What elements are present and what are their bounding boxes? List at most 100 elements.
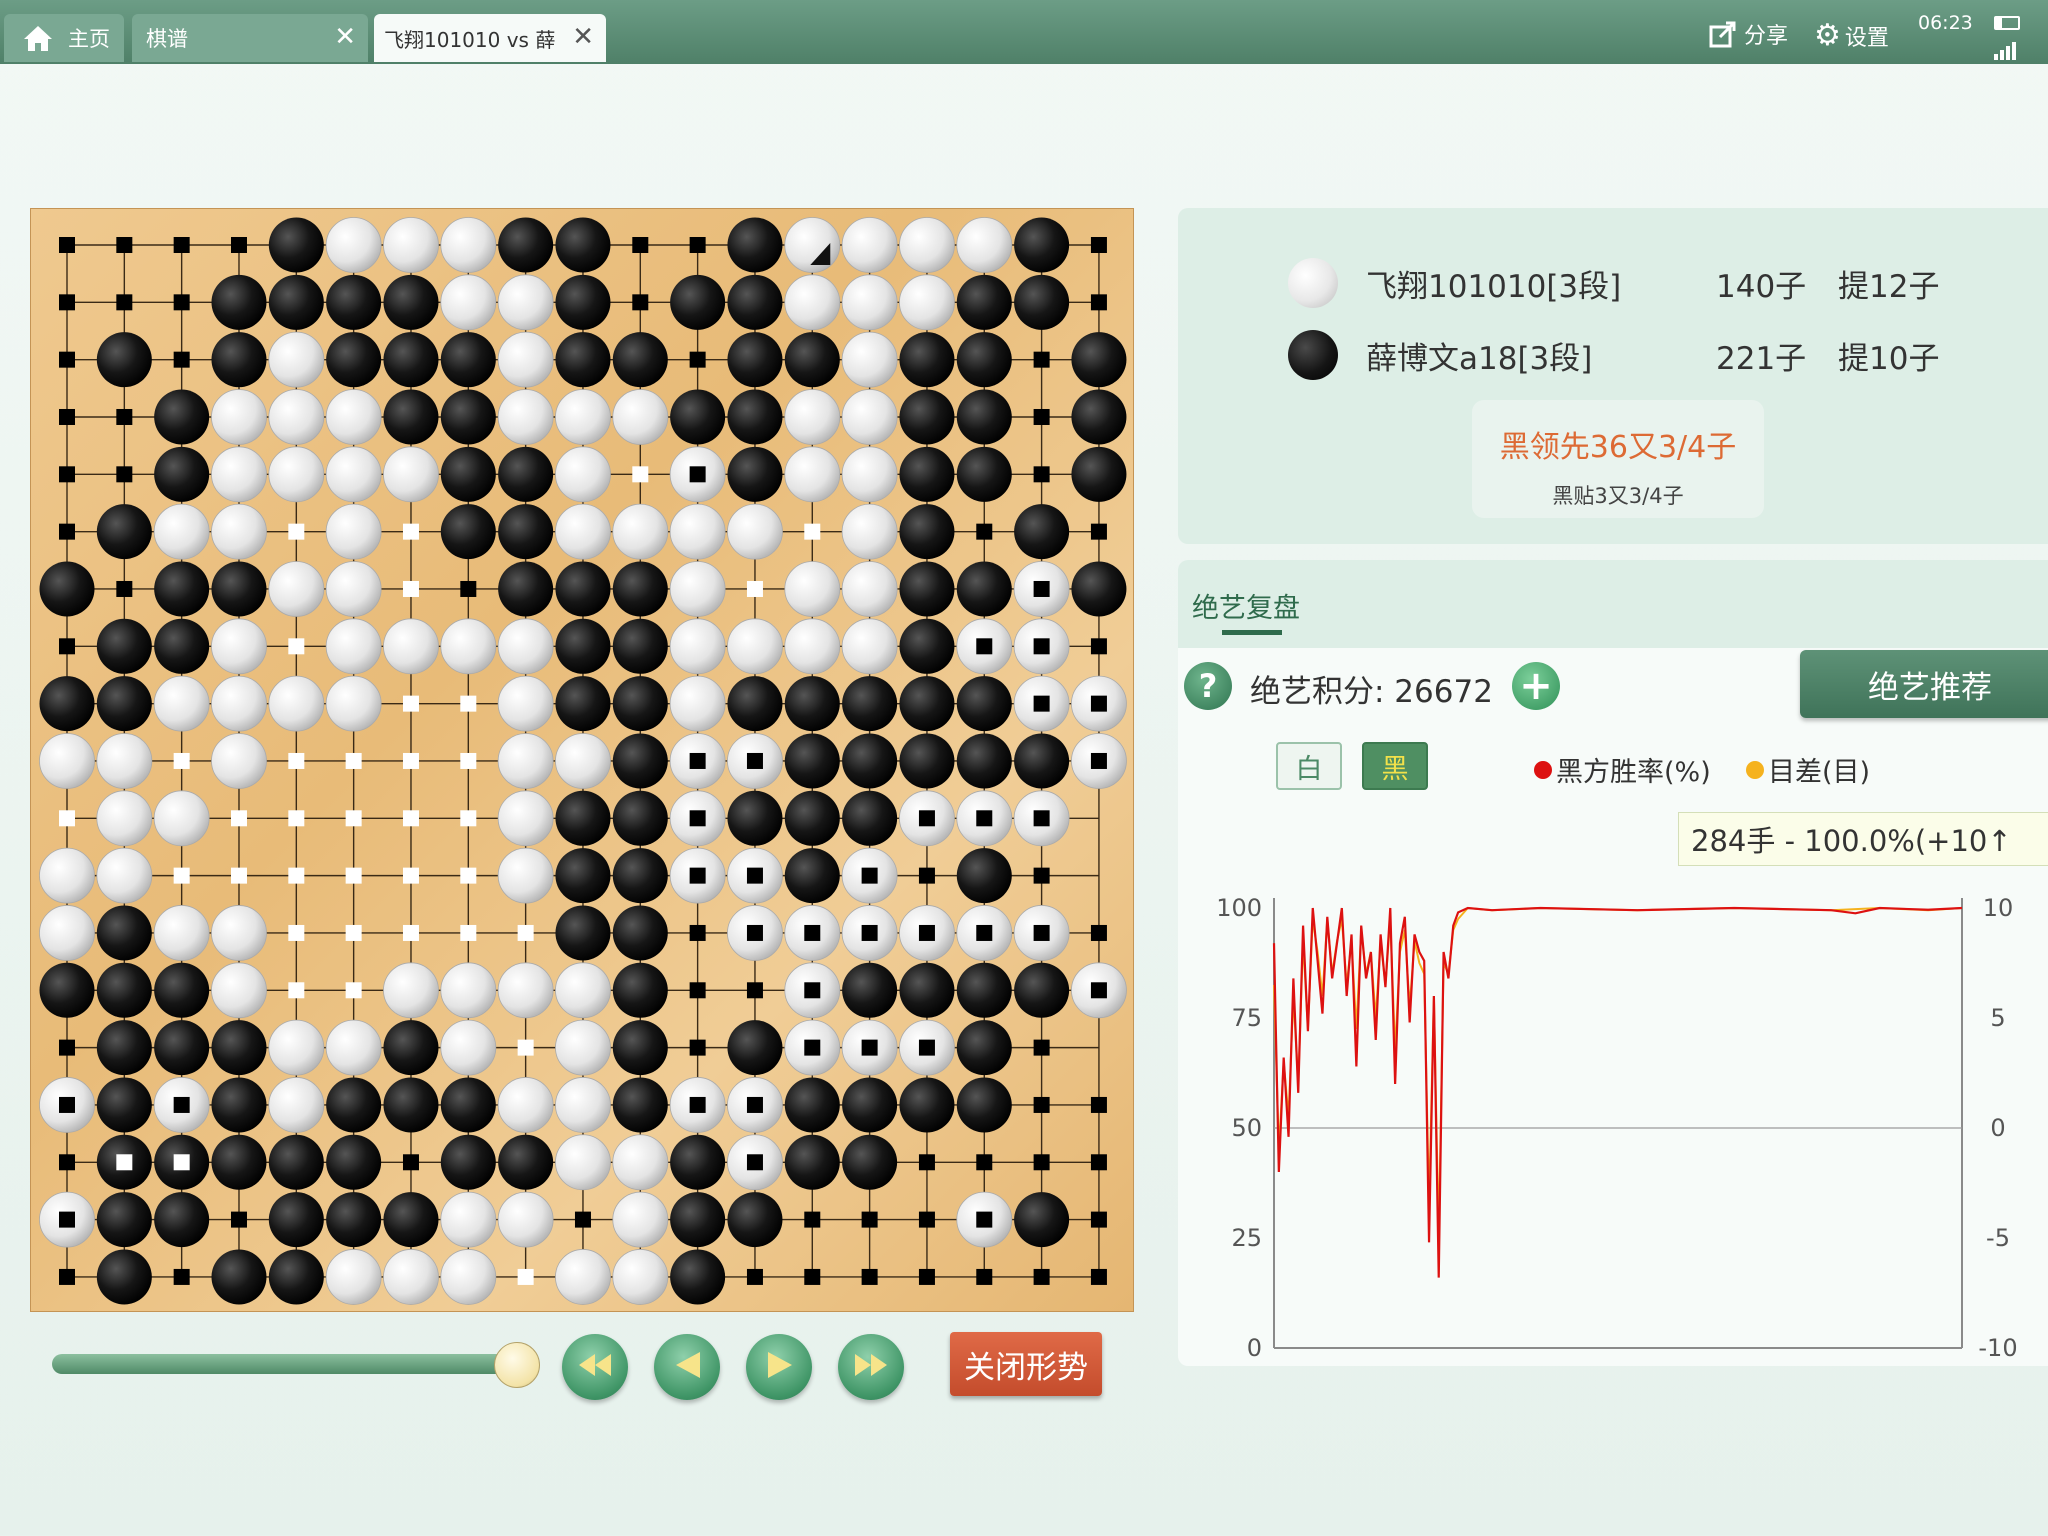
- white-stone[interactable]: [841, 503, 898, 560]
- black-stone[interactable]: [899, 561, 955, 617]
- white-stone[interactable]: [497, 790, 554, 847]
- white-stone[interactable]: [497, 1077, 554, 1133]
- white-stone[interactable]: [383, 962, 439, 1019]
- black-stone[interactable]: [1014, 504, 1070, 560]
- white-stone[interactable]: [383, 1249, 439, 1305]
- black-stone[interactable]: [842, 1077, 898, 1133]
- black-stone[interactable]: [96, 332, 152, 388]
- white-stone[interactable]: [497, 847, 554, 904]
- black-stone[interactable]: [555, 676, 611, 732]
- black-stone[interactable]: [96, 1192, 152, 1248]
- white-stone[interactable]: [268, 1077, 325, 1133]
- black-stone[interactable]: [154, 1020, 210, 1076]
- black-stone[interactable]: [39, 676, 95, 732]
- black-stone[interactable]: [670, 1249, 726, 1305]
- black-stone[interactable]: [211, 332, 267, 388]
- white-stone[interactable]: [612, 1249, 669, 1305]
- black-stone[interactable]: [555, 618, 611, 674]
- black-stone[interactable]: [498, 1134, 554, 1190]
- black-stone[interactable]: [383, 1020, 439, 1076]
- black-stone[interactable]: [154, 618, 210, 674]
- white-stone[interactable]: [211, 446, 267, 503]
- black-stone[interactable]: [154, 561, 210, 617]
- white-stone[interactable]: [268, 1019, 325, 1076]
- black-stone[interactable]: [154, 1192, 210, 1248]
- white-stone[interactable]: [555, 1077, 611, 1133]
- white-stone[interactable]: [211, 905, 267, 961]
- white-stone[interactable]: [899, 217, 955, 273]
- tab-records[interactable]: 棋谱 ✕: [132, 14, 368, 62]
- winrate-chart[interactable]: 10075502501050-5-10: [1178, 800, 2048, 1360]
- move-slider-handle[interactable]: [494, 1342, 540, 1388]
- black-stone[interactable]: [383, 389, 439, 445]
- black-stone[interactable]: [154, 389, 210, 445]
- black-stone[interactable]: [612, 618, 668, 674]
- white-stone[interactable]: [39, 733, 95, 789]
- black-stone[interactable]: [555, 561, 611, 617]
- black-stone[interactable]: [956, 1020, 1012, 1076]
- close-territory-button[interactable]: 关闭形势: [950, 1332, 1102, 1396]
- white-stone[interactable]: [669, 618, 726, 675]
- black-stone[interactable]: [440, 332, 496, 388]
- black-stone[interactable]: [727, 332, 783, 388]
- black-stone[interactable]: [96, 1249, 152, 1305]
- black-stone[interactable]: [727, 790, 783, 846]
- black-stone[interactable]: [211, 1134, 267, 1190]
- black-stone[interactable]: [899, 1077, 955, 1133]
- black-stone[interactable]: [956, 1077, 1012, 1133]
- black-stone[interactable]: [956, 389, 1012, 445]
- black-stone[interactable]: [154, 446, 210, 502]
- black-stone[interactable]: [784, 848, 840, 904]
- white-stone[interactable]: [153, 503, 210, 560]
- white-stone[interactable]: [440, 1191, 497, 1248]
- white-stone[interactable]: [612, 389, 669, 445]
- black-stone[interactable]: [727, 274, 783, 330]
- black-stone[interactable]: [842, 676, 898, 732]
- close-icon[interactable]: ✕: [334, 23, 356, 51]
- white-stone[interactable]: [555, 1019, 611, 1076]
- black-stone[interactable]: [1071, 332, 1127, 388]
- white-stone[interactable]: [383, 217, 439, 273]
- black-stone[interactable]: [670, 1192, 726, 1248]
- black-stone[interactable]: [96, 676, 152, 732]
- white-stone[interactable]: [497, 274, 554, 331]
- black-stone[interactable]: [727, 389, 783, 445]
- move-slider-track[interactable]: [52, 1354, 520, 1374]
- black-stone[interactable]: [784, 1134, 840, 1190]
- black-stone[interactable]: [440, 389, 496, 445]
- black-stone[interactable]: [670, 1134, 726, 1190]
- white-stone[interactable]: [211, 389, 267, 445]
- white-stone[interactable]: [727, 503, 783, 560]
- white-stone[interactable]: [268, 389, 325, 445]
- white-stone[interactable]: [555, 962, 611, 1019]
- black-stone[interactable]: [1071, 561, 1127, 617]
- white-stone[interactable]: [555, 389, 611, 445]
- white-stone[interactable]: [440, 618, 497, 675]
- black-stone[interactable]: [899, 618, 955, 674]
- black-stone[interactable]: [784, 676, 840, 732]
- white-stone[interactable]: [497, 1191, 554, 1248]
- settings-button[interactable]: ⚙ 设置: [1814, 18, 1889, 53]
- toggle-white-button[interactable]: 白: [1276, 742, 1342, 790]
- white-stone[interactable]: [497, 675, 554, 732]
- black-stone[interactable]: [39, 561, 95, 617]
- white-stone[interactable]: [440, 274, 497, 331]
- white-stone[interactable]: [325, 217, 382, 273]
- black-stone[interactable]: [555, 274, 611, 330]
- black-stone[interactable]: [842, 790, 898, 846]
- white-stone[interactable]: [841, 331, 898, 388]
- black-stone[interactable]: [899, 389, 955, 445]
- white-stone[interactable]: [325, 389, 382, 445]
- white-stone[interactable]: [784, 446, 841, 503]
- white-stone[interactable]: [39, 847, 95, 904]
- black-stone[interactable]: [96, 962, 152, 1018]
- white-stone[interactable]: [727, 618, 783, 675]
- black-stone[interactable]: [154, 962, 210, 1018]
- black-stone[interactable]: [612, 561, 668, 617]
- white-stone[interactable]: [96, 733, 153, 789]
- black-stone[interactable]: [440, 1134, 496, 1190]
- black-stone[interactable]: [956, 274, 1012, 330]
- white-stone[interactable]: [440, 1249, 497, 1305]
- white-stone[interactable]: [325, 503, 382, 560]
- white-stone[interactable]: [153, 675, 210, 732]
